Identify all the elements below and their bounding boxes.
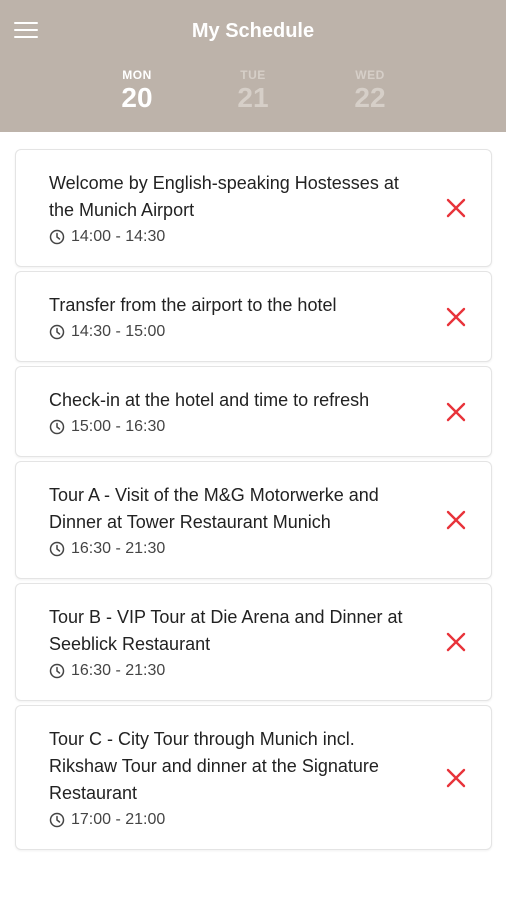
- day-name: WED: [355, 68, 385, 82]
- schedule-item[interactable]: Tour A - Visit of the M&G Motorwerke and…: [15, 461, 492, 579]
- event-time-row: 15:00 - 16:30: [49, 418, 421, 436]
- event-title: Check-in at the hotel and time to refres…: [49, 390, 370, 410]
- day-tab-mon[interactable]: MON 20: [107, 68, 167, 114]
- clock-icon: [49, 229, 65, 245]
- schedule-item[interactable]: Tour C - City Tour through Munich incl. …: [15, 705, 492, 850]
- app-header: My Schedule MON 20 TUE 21 WED 22: [0, 0, 506, 132]
- day-tab-wed[interactable]: WED 22: [340, 68, 400, 114]
- event-time-row: 16:30 - 21:30: [49, 662, 421, 680]
- clock-icon: [49, 324, 65, 340]
- event-time-row: 14:30 - 15:00: [49, 323, 421, 341]
- event-time: 17:00 - 21:00: [71, 811, 166, 828]
- close-x-icon[interactable]: [445, 767, 467, 789]
- event-time-row: 17:00 - 21:00: [49, 811, 421, 829]
- event-time: 14:30 - 15:00: [71, 323, 166, 340]
- clock-icon: [49, 541, 65, 557]
- close-x-icon[interactable]: [445, 197, 467, 219]
- day-selector: MON 20 TUE 21 WED 22: [0, 68, 506, 128]
- event-time-row: 16:30 - 21:30: [49, 540, 421, 558]
- day-tab-tue[interactable]: TUE 21: [223, 68, 283, 114]
- event-title: Transfer from the airport to the hotel: [49, 295, 337, 315]
- event-time: 15:00 - 16:30: [71, 418, 166, 435]
- clock-icon: [49, 663, 65, 679]
- day-number: 22: [354, 82, 386, 113]
- event-time-row: 14:00 - 14:30: [49, 228, 421, 246]
- event-title: Tour C - City Tour through Munich incl. …: [49, 729, 379, 803]
- event-time: 16:30 - 21:30: [71, 540, 166, 557]
- event-title: Tour B - VIP Tour at Die Arena and Dinne…: [49, 607, 403, 654]
- close-x-icon[interactable]: [445, 401, 467, 423]
- page-title: My Schedule: [191, 20, 315, 42]
- schedule-item[interactable]: Check-in at the hotel and time to refres…: [15, 366, 492, 457]
- event-time: 16:30 - 21:30: [71, 662, 166, 679]
- clock-icon: [49, 419, 65, 435]
- schedule-item[interactable]: Tour B - VIP Tour at Die Arena and Dinne…: [15, 583, 492, 701]
- event-title: Tour A - Visit of the M&G Motorwerke and…: [49, 485, 379, 532]
- day-number: 21: [237, 82, 269, 113]
- schedule-item[interactable]: Welcome by English-speaking Hostesses at…: [15, 149, 492, 267]
- clock-icon: [49, 812, 65, 828]
- close-x-icon[interactable]: [445, 509, 467, 531]
- event-time: 14:00 - 14:30: [71, 228, 166, 245]
- day-name: TUE: [240, 68, 266, 82]
- close-x-icon[interactable]: [445, 631, 467, 653]
- schedule-item[interactable]: Transfer from the airport to the hotel 1…: [15, 271, 492, 362]
- day-number: 20: [121, 82, 153, 113]
- close-x-icon[interactable]: [445, 306, 467, 328]
- event-title: Welcome by English-speaking Hostesses at…: [49, 173, 399, 220]
- schedule-list: Welcome by English-speaking Hostesses at…: [15, 149, 492, 854]
- day-name: MON: [122, 68, 152, 82]
